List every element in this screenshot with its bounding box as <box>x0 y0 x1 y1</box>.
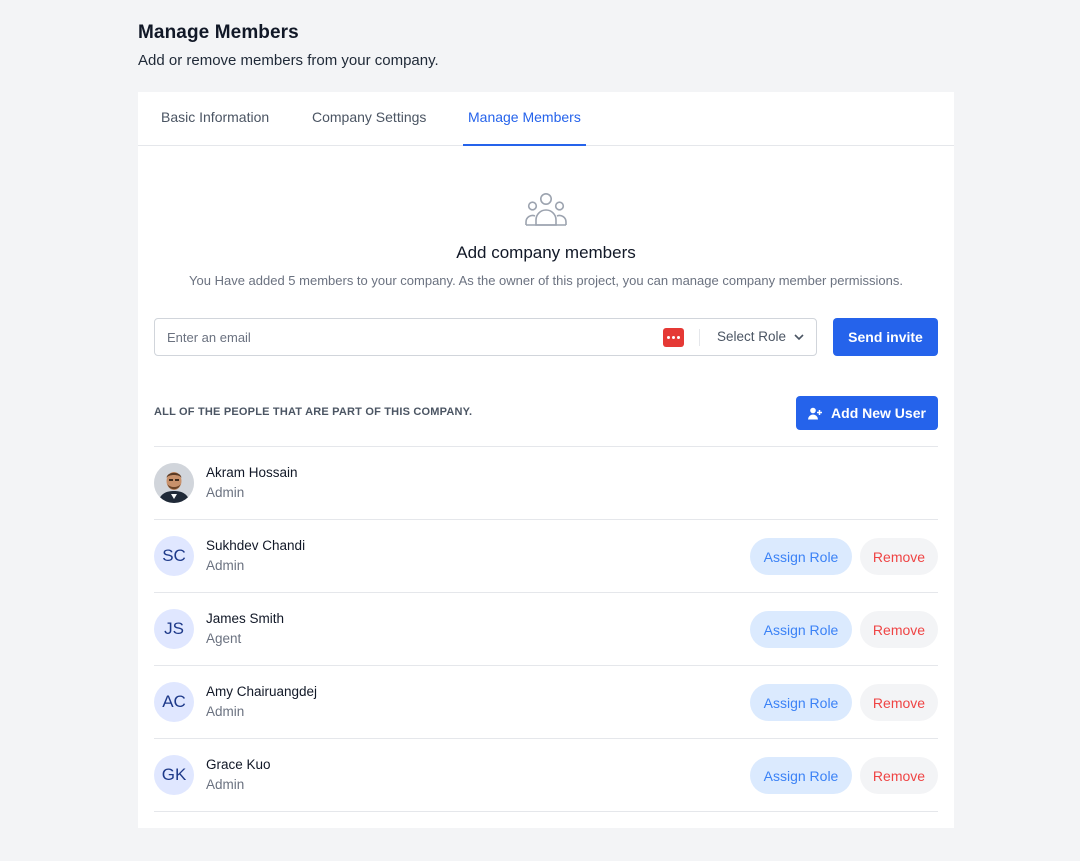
assign-role-button[interactable]: Assign Role <box>750 757 852 794</box>
page-subtitle: Add or remove members from your company. <box>138 52 439 69</box>
members-list: Akram Hossain Admin SC Sukhdev Chandi Ad… <box>154 446 938 812</box>
tab-company-settings[interactable]: Company Settings <box>307 92 431 146</box>
assign-role-button[interactable]: Assign Role <box>750 611 852 648</box>
role-select[interactable]: Select Role <box>717 319 804 355</box>
member-row: Akram Hossain Admin <box>154 447 938 520</box>
hero-description: You Have added 5 members to your company… <box>189 273 903 288</box>
member-name: Grace Kuo <box>206 757 271 772</box>
avatar <box>154 463 194 503</box>
add-members-hero: Add company members You Have added 5 mem… <box>138 146 954 288</box>
member-name: Akram Hossain <box>206 465 298 480</box>
field-divider <box>699 329 700 346</box>
users-group-icon <box>525 193 567 226</box>
invite-row: Select Role Send invite <box>154 318 938 356</box>
tab-manage-members[interactable]: Manage Members <box>463 92 586 146</box>
email-input[interactable] <box>156 320 656 354</box>
tab-basic-information[interactable]: Basic Information <box>156 92 274 146</box>
people-header: ALL OF THE PEOPLE THAT ARE PART OF THIS … <box>154 396 938 430</box>
remove-button[interactable]: Remove <box>860 757 938 794</box>
page-header: Manage Members Add or remove members fro… <box>138 22 439 69</box>
avatar: SC <box>154 536 194 576</box>
member-name: Amy Chairuangdej <box>206 684 318 699</box>
member-row: GK Grace Kuo Admin Assign Role Remove <box>154 739 938 812</box>
member-row: SC Sukhdev Chandi Admin Assign Role Remo… <box>154 520 938 593</box>
member-name: James Smith <box>206 611 285 626</box>
settings-card: Basic Information Company Settings Manag… <box>138 92 954 828</box>
password-manager-icon[interactable] <box>663 328 684 347</box>
add-new-user-button[interactable]: Add New User <box>796 396 938 430</box>
hero-title: Add company members <box>456 243 636 262</box>
member-row: JS James Smith Agent Assign Role Remove <box>154 593 938 666</box>
member-row: AC Amy Chairuangdej Admin Assign Role Re… <box>154 666 938 739</box>
page-title: Manage Members <box>138 22 299 43</box>
remove-button[interactable]: Remove <box>860 611 938 648</box>
remove-button[interactable]: Remove <box>860 538 938 575</box>
chevron-down-icon <box>794 334 804 341</box>
member-role: Admin <box>206 777 245 792</box>
invite-field-group: Select Role <box>154 318 817 356</box>
member-role: Admin <box>206 558 245 573</box>
add-user-icon <box>808 407 823 419</box>
member-name: Sukhdev Chandi <box>206 538 306 553</box>
member-role: Admin <box>206 485 245 500</box>
avatar-photo <box>154 463 194 503</box>
tab-bar: Basic Information Company Settings Manag… <box>138 92 954 146</box>
assign-role-button[interactable]: Assign Role <box>750 538 852 575</box>
member-role: Admin <box>206 704 245 719</box>
avatar: AC <box>154 682 194 722</box>
assign-role-button[interactable]: Assign Role <box>750 684 852 721</box>
remove-button[interactable]: Remove <box>860 684 938 721</box>
send-invite-button[interactable]: Send invite <box>833 318 938 356</box>
people-section-label: ALL OF THE PEOPLE THAT ARE PART OF THIS … <box>154 406 473 418</box>
avatar: GK <box>154 755 194 795</box>
role-select-label: Select Role <box>717 329 787 344</box>
add-new-user-label: Add New User <box>831 405 926 421</box>
avatar: JS <box>154 609 194 649</box>
member-role: Agent <box>206 631 242 646</box>
